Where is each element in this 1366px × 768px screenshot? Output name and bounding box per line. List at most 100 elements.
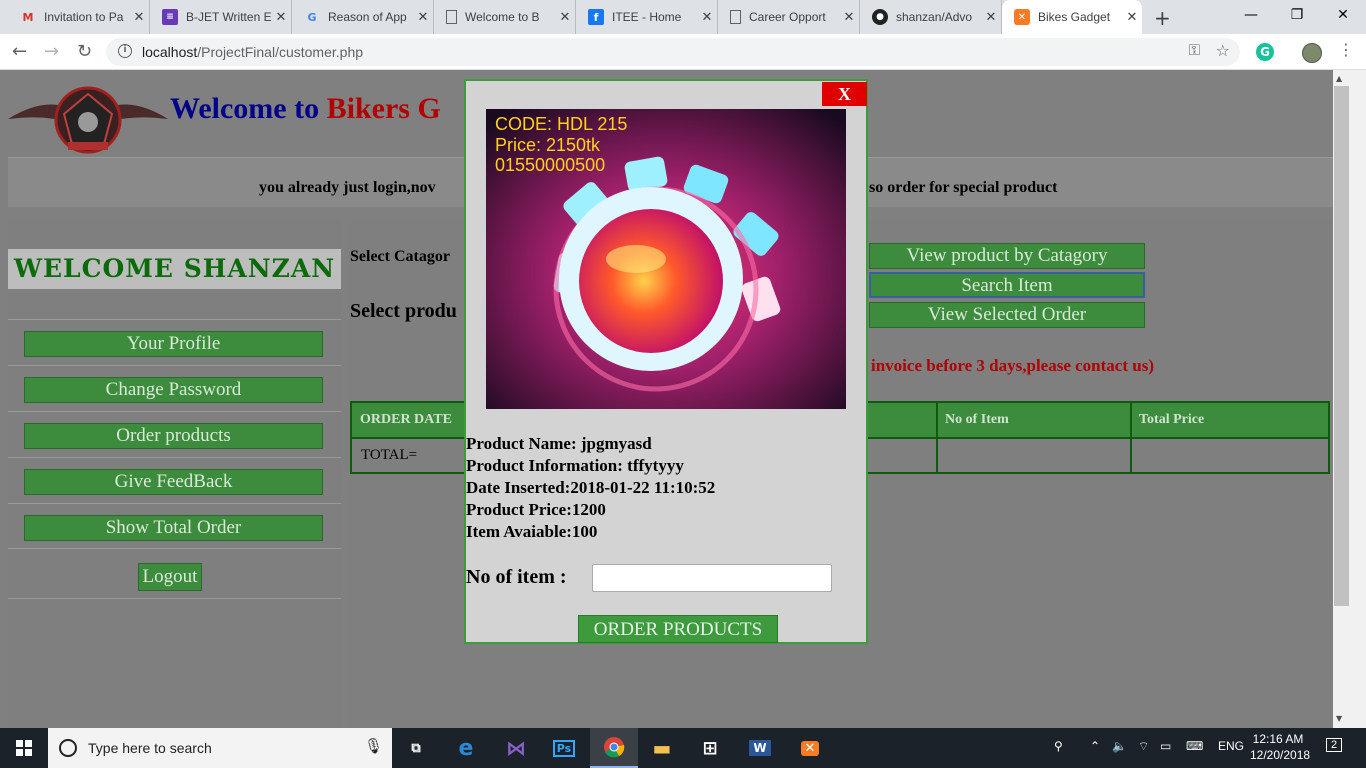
site-title: Welcome to Bikers G [170,92,441,126]
notification-center-icon[interactable]: 2 [1326,737,1343,752]
no-of-item-label: No of item : [466,566,567,588]
xampp-taskbar-icon[interactable]: ✕ [786,728,834,768]
profile-avatar[interactable] [1302,43,1322,63]
order-products-submit-button[interactable]: ORDER PRODUCTS [578,615,778,643]
url-text[interactable]: localhost/ProjectFinal/customer.php [142,44,363,60]
file-explorer-icon[interactable]: ▬ [638,728,686,768]
image-phone-text: 01550000500 [495,155,606,175]
close-tab-icon[interactable]: ✕ [413,9,433,25]
edge-icon[interactable]: e [442,728,490,768]
scroll-up-icon[interactable]: ▲ [1336,74,1342,83]
people-icon[interactable]: ⚲ [1054,739,1063,753]
no-of-item-input[interactable] [592,564,832,592]
word-icon[interactable]: W [736,728,784,768]
sidebar-row: Order products [8,411,341,457]
tab-gmail[interactable]: M Invitation to Pa ✕ [8,0,150,34]
github-icon: ● [872,9,888,25]
reload-icon[interactable]: ↻ [77,41,92,62]
google-icon: G [307,10,317,24]
minimize-icon[interactable]: — [1228,0,1274,30]
close-tab-icon[interactable]: ✕ [271,9,291,25]
url-path: /ProjectFinal/customer.php [197,44,364,60]
invoice-warning: invoice before 3 days,please contact us) [871,356,1154,375]
facebook-icon: f [588,9,604,25]
grammarly-icon[interactable]: G [1256,43,1274,61]
close-tab-icon[interactable]: ✕ [981,9,1001,25]
view-selected-order-button[interactable]: View Selected Order [869,302,1145,328]
your-profile-button[interactable]: Your Profile [24,331,323,357]
info-icon[interactable]: i [118,44,132,58]
search-item-button[interactable]: Search Item [869,272,1145,298]
close-tab-icon[interactable]: ✕ [839,9,859,25]
notice-left: you already just login,nov [259,179,436,196]
tab-title: Bikes Gadget [1038,10,1111,24]
clock-date: 12/20/2018 [1250,748,1311,762]
close-tab-icon[interactable]: ✕ [697,9,717,25]
vertical-scrollbar[interactable]: ▲ ▼ [1333,70,1366,728]
chrome-icon[interactable] [590,728,638,768]
show-hidden-icons[interactable]: ⌃ [1090,739,1100,753]
keyboard-icon[interactable]: ⌨ [1186,739,1203,753]
taskbar-search[interactable]: Type here to search 🎙 [48,728,392,768]
task-view-icon[interactable]: ⧉ [392,728,440,768]
system-clock[interactable]: 12:16 AM 12/20/2018 [1250,731,1311,763]
product-information: Product Information: tffytyyy [466,456,684,475]
wifi-icon[interactable]: ⌔ [1138,739,1149,754]
close-modal-button[interactable]: X [822,82,867,106]
title-part1: Welcome to [170,92,320,125]
xampp-icon: ✕ [1014,9,1030,25]
windows-start-icon[interactable] [0,728,48,768]
address-bar[interactable]: i localhost/ProjectFinal/customer.php ⚿ … [106,38,1240,66]
give-feedback-button[interactable]: Give FeedBack [24,469,323,495]
scrollbar-thumb[interactable] [1334,86,1349,606]
battery-icon[interactable]: ▭ [1160,739,1171,753]
tab-itee[interactable]: f ITEE - Home ✕ [576,0,718,34]
store-icon[interactable]: ⊞ [686,728,734,768]
tab-title: Welcome to B [465,10,540,24]
back-icon[interactable]: ← [12,41,27,62]
tab-github[interactable]: ● shanzan/Advo ✕ [860,0,1002,34]
close-window-icon[interactable]: ✕ [1320,0,1366,30]
forward-icon[interactable]: → [44,41,59,62]
close-tab-icon[interactable]: ✕ [1122,9,1142,25]
change-password-button[interactable]: Change Password [24,377,323,403]
product-price: Product Price:1200 [466,500,606,519]
cortana-icon [59,739,77,757]
site-logo-icon [8,86,168,154]
tab-welcome[interactable]: Welcome to B ✕ [434,0,576,34]
bookmark-star-icon[interactable]: ☆ [1216,41,1230,60]
url-host: localhost [142,44,198,60]
tab-google[interactable]: G Reason of App ✕ [292,0,434,34]
close-tab-icon[interactable]: ✕ [555,9,575,25]
tab-career[interactable]: Career Opport ✕ [718,0,860,34]
new-tab-icon[interactable]: + [1154,6,1171,30]
volume-icon[interactable]: 🔈 [1112,739,1127,753]
image-code-text: CODE: HDL 215 [495,114,628,134]
view-by-category-button[interactable]: View product by Catagory [869,243,1145,269]
notification-count: 2 [1326,738,1343,752]
browser-menu-icon[interactable]: ⋮ [1338,40,1354,59]
restore-icon[interactable]: ❐ [1274,0,1320,30]
logout-button[interactable]: Logout [138,563,202,591]
photoshop-icon[interactable]: Ps [540,728,588,768]
show-total-order-button[interactable]: Show Total Order [24,515,323,541]
language-indicator[interactable]: ENG [1218,739,1244,753]
visual-studio-icon[interactable]: ⋈ [492,728,540,768]
page-icon [730,10,741,24]
notice-right: so order for special product [869,179,1058,196]
microphone-icon[interactable]: 🎙 [364,737,383,755]
order-products-button[interactable]: Order products [24,423,323,449]
sidebar: WELCOME SHANZAN Your Profile Change Pass… [8,220,341,728]
tab-bikes-gadget[interactable]: ✕ Bikes Gadget ✕ [1002,0,1142,34]
scroll-down-icon[interactable]: ▼ [1336,714,1342,723]
sidebar-row: Your Profile [8,319,341,365]
title-part2: Bikers G [326,92,441,125]
tab-strip: M Invitation to Pa ✕ ≡ B-JET Written E ✕… [0,0,1366,34]
close-tab-icon[interactable]: ✕ [129,9,149,25]
tab-forms[interactable]: ≡ B-JET Written E ✕ [150,0,292,34]
welcome-banner: WELCOME SHANZAN [8,249,341,289]
tab-title: Reason of App [328,10,407,24]
total-label: TOTAL= [361,447,418,463]
key-icon[interactable]: ⚿ [1189,41,1200,59]
sidebar-row: Change Password [8,365,341,411]
